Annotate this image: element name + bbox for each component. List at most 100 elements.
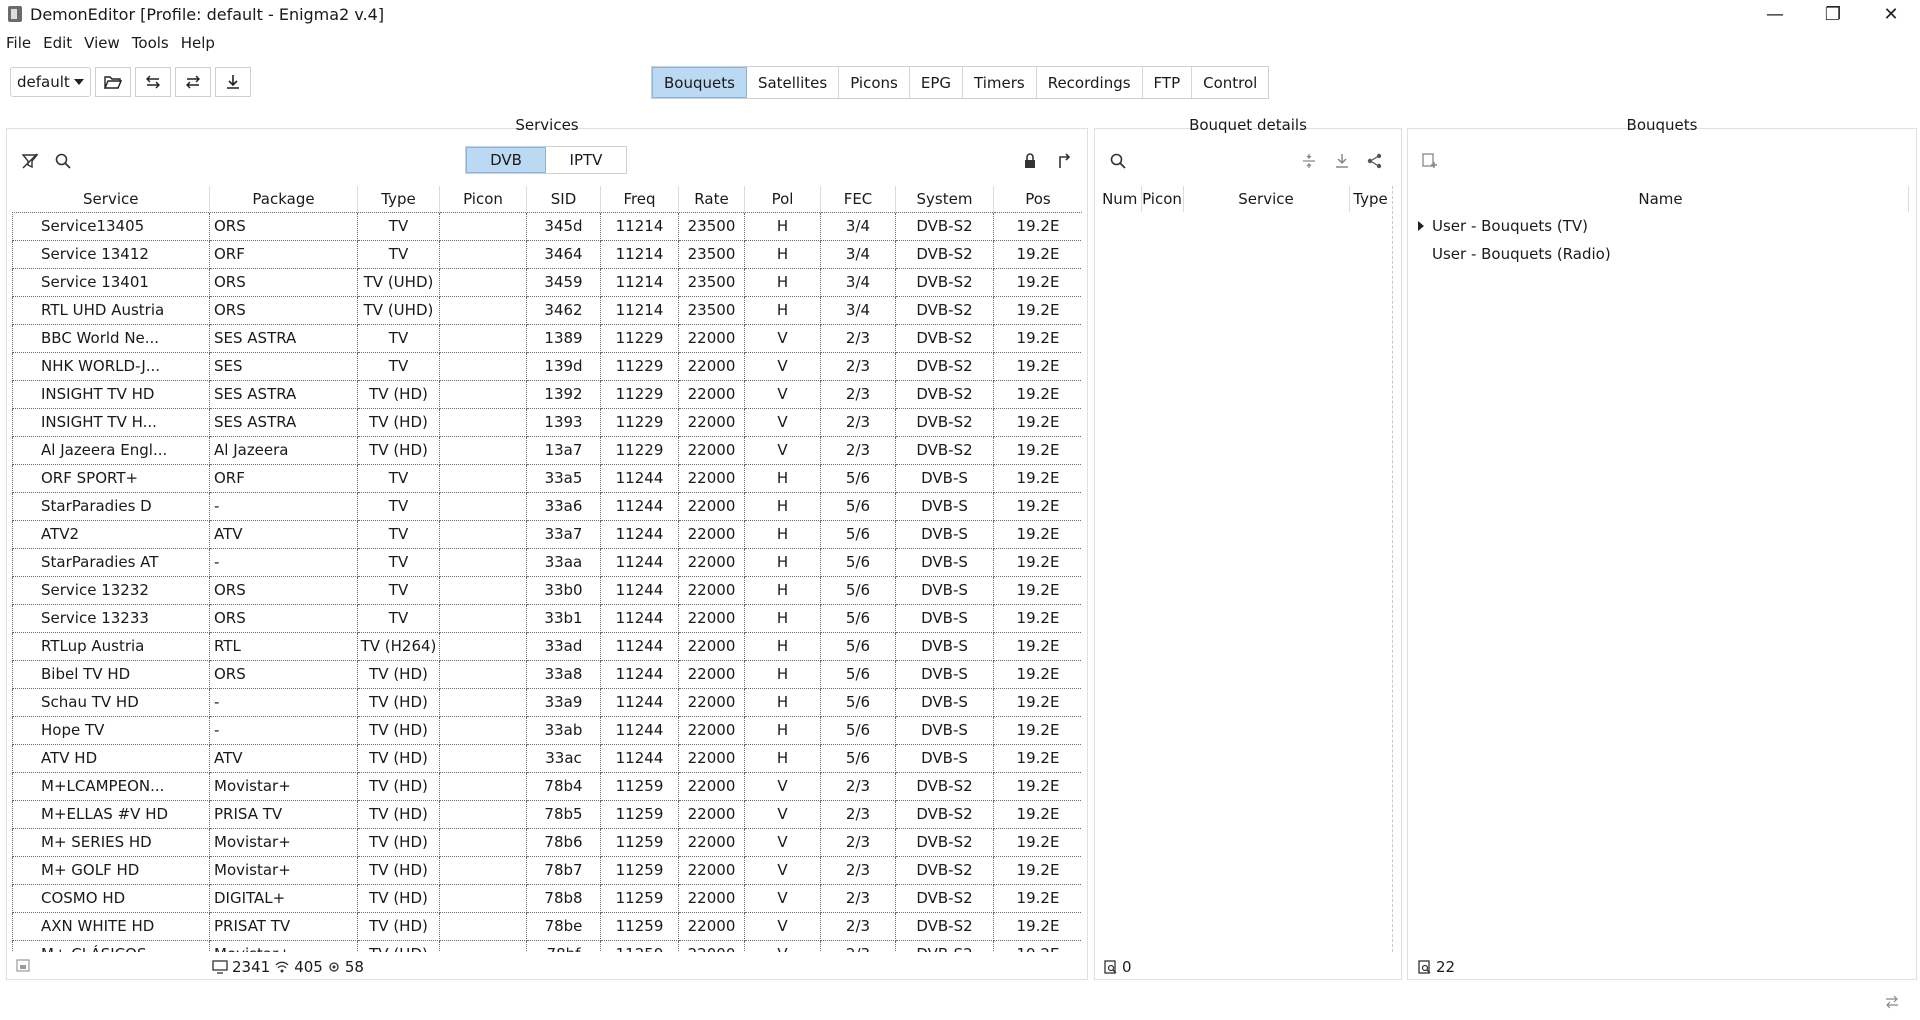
minimize-button[interactable]: —	[1746, 0, 1804, 28]
cell-pos: 19.2E	[993, 771, 1082, 801]
bouquet-item-radio[interactable]: User - Bouquets (Radio)	[1432, 245, 1611, 263]
column-service[interactable]: Service	[12, 186, 210, 212]
search-services-button[interactable]	[48, 146, 78, 176]
send-button[interactable]	[174, 67, 211, 97]
maximize-button[interactable]: ❐	[1804, 0, 1862, 28]
cell-picon	[439, 519, 527, 549]
cell-freq: 11244	[600, 603, 679, 633]
table-row[interactable]: Service 13233 ORS TV 33b1 11244 22000 H 5/6 DVB-…	[12, 603, 1082, 633]
table-row[interactable]: ORF SPORT+ ORF TV 33a5 11244 22000 H 5/6 DVB-S 19…	[12, 463, 1082, 493]
table-row[interactable]: Schau TV HD - TV (HD) 33a9 11244 22000 H 5/6 DVB…	[12, 687, 1082, 717]
cell-pos: 19.2E	[993, 295, 1082, 325]
table-row[interactable]: INSIGHT TV HD SES ASTRA TV (HD) 1392 11229 22…	[12, 379, 1082, 409]
menu-file[interactable]: File	[0, 34, 37, 52]
column-type[interactable]: Type	[1349, 186, 1392, 212]
table-row[interactable]: Service 13412 ORF TV 3464 11214 23500 H 3/4 DVB-…	[12, 239, 1082, 269]
table-row[interactable]: M+LCAMPEON... Movistar+ TV (HD) 78b4 11259 22…	[12, 771, 1082, 801]
table-row[interactable]: StarParadies D - TV 33a6 11244 22000 H 5/6 DVB-S…	[12, 491, 1082, 521]
cell-package: SES ASTRA	[209, 323, 358, 353]
table-row[interactable]: BBC World Ne... SES ASTRA TV 1389 11229 22000…	[12, 323, 1082, 353]
menu-help[interactable]: Help	[175, 34, 221, 52]
receive-button[interactable]	[134, 67, 171, 97]
cell-service: Al Jazeera Engl...	[12, 435, 210, 465]
column-system[interactable]: System	[895, 186, 994, 212]
cell-picon	[439, 547, 527, 577]
move-to-bouquet-button[interactable]	[1049, 146, 1079, 176]
column-freq[interactable]: Freq	[600, 186, 679, 212]
column-fec[interactable]: FEC	[820, 186, 896, 212]
tab-timers[interactable]: Timers	[963, 67, 1037, 98]
cell-type: TV	[357, 519, 440, 549]
column-rate[interactable]: Rate	[678, 186, 745, 212]
table-row[interactable]: INSIGHT TV H... SES ASTRA TV (HD) 1393 11229…	[12, 407, 1082, 437]
table-row[interactable]: AXN WHITE HD PRISAT TV TV (HD) 78be 11259 220…	[12, 911, 1082, 941]
tab-recordings[interactable]: Recordings	[1037, 67, 1143, 98]
insert-marker-button[interactable]	[1294, 146, 1324, 176]
import-button[interactable]	[1327, 146, 1357, 176]
search-details-button[interactable]	[1103, 146, 1133, 176]
expand-triangle-icon[interactable]	[1418, 221, 1424, 231]
table-row[interactable]: M+ CLÁSICOS...Movistar+TV (HD)78bf112592…	[12, 939, 1082, 952]
bouquet-item-tv[interactable]: User - Bouquets (TV)	[1418, 217, 1588, 235]
cell-pol: H	[744, 267, 821, 297]
tab-ftp[interactable]: FTP	[1143, 67, 1193, 98]
table-row[interactable]: ATV2 ATV TV 33a7 11244 22000 H 5/6 DVB-S 19.2E	[12, 519, 1082, 549]
column-picon[interactable]: Picon	[1141, 186, 1184, 212]
table-row[interactable]: Service 13232 ORS TV 33b0 11244 22000 H 5/6 DVB-…	[12, 575, 1082, 605]
services-header-row: Service Package Type Picon SID Freq Rate…	[12, 186, 1082, 212]
tab-control[interactable]: Control	[1192, 67, 1268, 98]
share-button[interactable]	[1360, 146, 1390, 176]
column-name[interactable]: Name	[1413, 186, 1909, 212]
open-button[interactable]	[94, 67, 131, 97]
menu-view[interactable]: View	[78, 34, 126, 52]
cell-service: M+ GOLF HD	[12, 855, 210, 885]
column-sid[interactable]: SID	[526, 186, 601, 212]
filter-off-button[interactable]	[15, 146, 45, 176]
cell-rate: 22000	[678, 771, 745, 801]
column-picon[interactable]: Picon	[439, 186, 527, 212]
table-row[interactable]: RTLup Austria RTL TV (H264) 33ad 11244 22000 H…	[12, 631, 1082, 661]
cell-pos: 19.2E	[993, 491, 1082, 521]
column-service[interactable]: Service	[1183, 186, 1350, 212]
cell-freq: 11244	[600, 687, 679, 717]
table-row[interactable]: COSMO HD DIGITAL+ TV (HD) 78b8 11259 22000 V 2/…	[12, 883, 1082, 913]
tab-epg[interactable]: EPG	[910, 67, 963, 98]
table-row[interactable]: ATV HD ATV TV (HD) 33ac 11244 22000 H 5/6 DVB-S 1…	[12, 743, 1082, 773]
tab-satellites[interactable]: Satellites	[747, 67, 840, 98]
column-num[interactable]: Num	[1099, 186, 1142, 212]
close-button[interactable]: ✕	[1862, 0, 1920, 28]
cell-service: Bibel TV HD	[12, 659, 210, 689]
table-row[interactable]: M+ELLAS #V HD PRISA TV TV (HD) 78b5 11259 220…	[12, 799, 1082, 829]
table-row[interactable]: StarParadies AT - TV 33aa 11244 22000 H 5/6 DVB-…	[12, 547, 1082, 577]
profile-select[interactable]: default	[10, 67, 91, 97]
column-type[interactable]: Type	[357, 186, 440, 212]
menu-tools[interactable]: Tools	[126, 34, 175, 52]
menu-edit[interactable]: Edit	[37, 34, 78, 52]
column-pol[interactable]: Pol	[744, 186, 821, 212]
cell-rate: 22000	[678, 519, 745, 549]
services-title: Services	[515, 116, 579, 134]
tab-picons[interactable]: Picons	[839, 67, 910, 98]
download-button[interactable]	[214, 67, 251, 97]
table-row[interactable]: M+ GOLF HD Movistar+ TV (HD) 78b7 11259 22000…	[12, 855, 1082, 885]
cell-sid: 78b6	[526, 827, 601, 857]
resize-grip[interactable]	[1880, 990, 1904, 1014]
table-row[interactable]: Al Jazeera Engl... Al Jazeera TV (HD) 13a7 1…	[12, 435, 1082, 465]
cell-picon	[439, 631, 527, 661]
tv-icon	[212, 960, 228, 974]
table-row[interactable]: NHK WORLD-J... SES TV 139d 11229 22000 V 2/3 DVB…	[12, 351, 1082, 381]
table-row[interactable]: Hope TV - TV (HD) 33ab 11244 22000 H 5/6 DVB-S 19…	[12, 715, 1082, 745]
table-row[interactable]: Service13405 ORS TV 345d 11214 23500 H 3/4 DVB-S…	[12, 211, 1082, 241]
tab-bouquets[interactable]: Bouquets	[652, 67, 747, 98]
table-row[interactable]: Bibel TV HD ORS TV (HD) 33a8 11244 22000 H 5/6 D…	[12, 659, 1082, 689]
add-bouquet-icon	[1422, 153, 1437, 168]
new-bouquet-button[interactable]	[1415, 146, 1445, 176]
iptv-mode-button[interactable]: IPTV	[546, 147, 626, 173]
lock-button[interactable]	[1015, 146, 1045, 176]
column-pos[interactable]: Pos	[993, 186, 1082, 212]
table-row[interactable]: RTL UHD Austria ORS TV (UHD) 3462 11214 23500…	[12, 295, 1082, 325]
column-package[interactable]: Package	[209, 186, 358, 212]
table-row[interactable]: Service 13401 ORS TV (UHD) 3459 11214 23500 H 3…	[12, 267, 1082, 297]
table-row[interactable]: M+ SERIES HD Movistar+ TV (HD) 78b6 11259 220…	[12, 827, 1082, 857]
dvb-mode-button[interactable]: DVB	[466, 147, 546, 173]
